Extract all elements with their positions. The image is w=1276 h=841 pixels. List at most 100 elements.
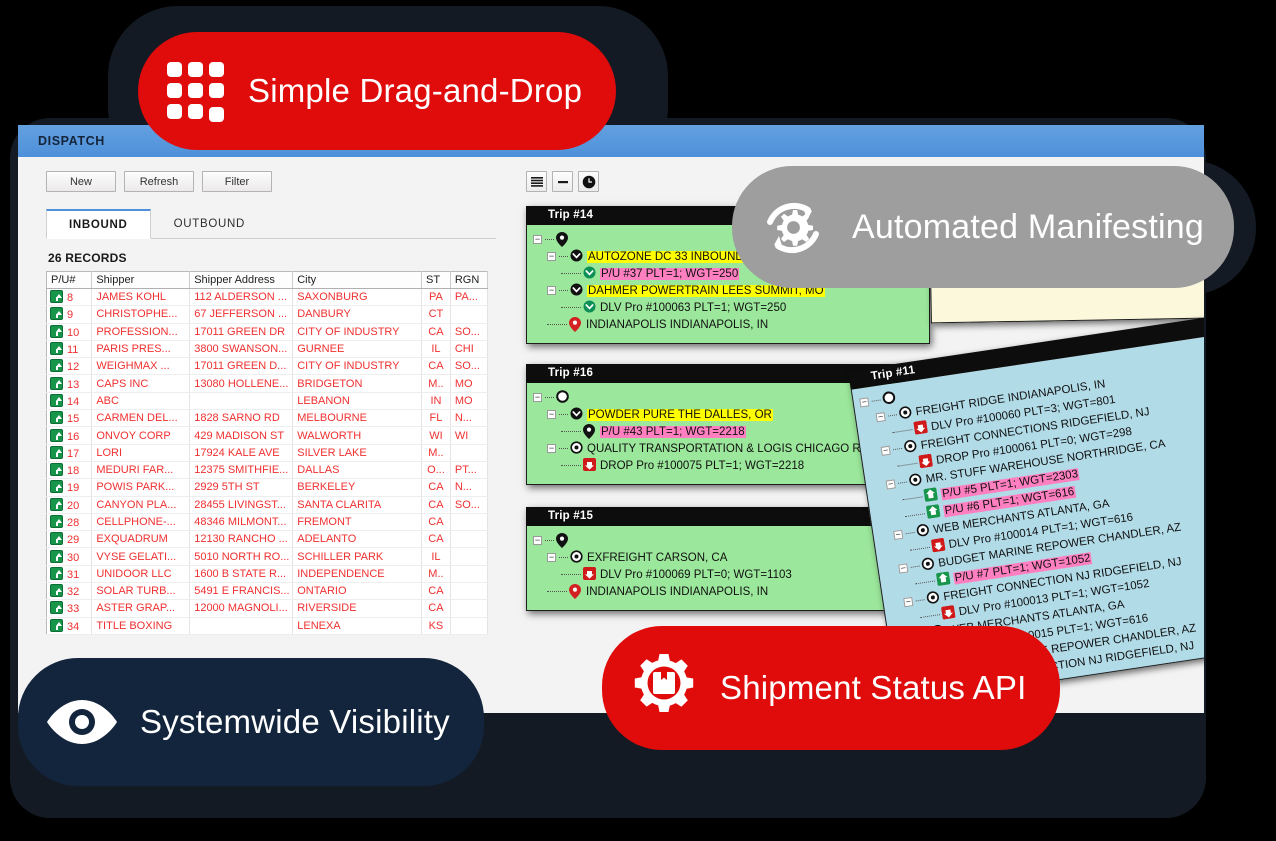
pu-number: 11 xyxy=(67,344,79,357)
col-header-shipper[interactable]: Shipper xyxy=(91,271,191,289)
table-row[interactable]: 32 SOLAR TURB... 5491 E FRANCIS... ONTARIO C… xyxy=(46,582,489,601)
trip-card-15[interactable]: Trip #15 − − EXFREIGHT CARSON, CA DLV Pro … xyxy=(526,507,930,611)
expand-icon[interactable]: − xyxy=(533,235,542,244)
table-row[interactable]: 29 EXQUADRUM 12130 RANCHO ... ADELANTO CA xyxy=(46,530,489,549)
cell-address: 12130 RANCHO ... xyxy=(189,530,294,549)
cell-city: ADELANTO xyxy=(292,530,423,549)
tab-inbound[interactable]: INBOUND xyxy=(46,209,151,239)
expand-icon[interactable]: − xyxy=(903,596,914,608)
expand-icon[interactable]: − xyxy=(893,529,904,540)
table-row[interactable]: 18 MEDURI FAR... 12375 SMITHFIE... DALLAS O.… xyxy=(46,461,489,480)
target-icon xyxy=(903,439,918,456)
expand-icon[interactable]: − xyxy=(547,553,556,562)
trip-tree-node[interactable]: DLV Pro #100063 PLT=1; WGT=250 xyxy=(533,299,923,316)
cell-region xyxy=(450,513,489,532)
expand-icon[interactable]: − xyxy=(885,479,896,490)
tree-connector xyxy=(915,580,936,585)
table-row[interactable]: 15 CARMEN DEL... 1828 SARNO RD MELBOURNE FL N… xyxy=(46,409,489,428)
cell-region: N... xyxy=(450,478,489,497)
cell-city: MELBOURNE xyxy=(292,409,423,428)
pu-number: 29 xyxy=(67,534,80,547)
cell-pu: 19 xyxy=(46,478,93,497)
tree-connector xyxy=(559,414,568,415)
expand-icon[interactable]: − xyxy=(875,411,886,423)
cell-address: 12375 SMITHFIE... xyxy=(189,461,294,480)
trip-16-label: Trip #16 xyxy=(548,367,594,379)
pu-number: 31 xyxy=(67,568,80,581)
table-row[interactable]: 9 CHRISTOPHE... 67 JEFFERSON ... DANBURY CT xyxy=(46,305,489,324)
inbound-outbound-tabs: INBOUND OUTBOUND xyxy=(46,208,496,239)
feature-pill-systemwide-visibility[interactable]: Systemwide Visibility xyxy=(18,658,484,786)
expand-icon[interactable]: − xyxy=(547,252,556,261)
col-header-city[interactable]: City xyxy=(292,271,423,289)
cell-city: RIVERSIDE xyxy=(292,599,423,618)
expand-icon[interactable]: − xyxy=(547,410,556,419)
target-icon xyxy=(898,405,913,422)
table-row[interactable]: 12 WEIGHMAX ... 17011 GREEN D... CITY OF IN… xyxy=(46,357,489,376)
table-row[interactable]: 13 CAPS INC 13080 HOLLENE... BRIDGETON M.. MO xyxy=(46,374,489,393)
cell-shipper: ABC xyxy=(91,392,191,411)
col-header-st[interactable]: ST xyxy=(421,271,451,289)
minus-icon[interactable] xyxy=(552,171,573,192)
feature-pill-shipment-status-api[interactable]: Shipment Status API xyxy=(602,626,1061,750)
table-row[interactable]: 30 VYSE GELATI... 5010 NORTH RO... SCHILLER… xyxy=(46,547,489,566)
col-header-pu[interactable]: P/U# xyxy=(46,271,93,289)
table-body: 8 JAMES KOHL 112 ALDERSON ... SAXONBURG PA PA… xyxy=(46,288,489,635)
table-row[interactable]: 34 TITLE BOXING LENEXA KS xyxy=(46,617,489,635)
list-icon[interactable] xyxy=(526,171,547,192)
tree-connector xyxy=(892,429,913,434)
page-title: DISPATCH xyxy=(38,134,105,148)
col-header-address[interactable]: Shipper Address xyxy=(189,271,294,289)
expand-icon[interactable]: − xyxy=(859,397,870,408)
table-row[interactable]: 33 ASTER GRAP... 12000 MAGNOLI... RIVERSIDE… xyxy=(46,599,489,618)
expand-icon[interactable]: − xyxy=(533,393,542,402)
tree-root-node[interactable]: − xyxy=(533,532,923,549)
table-row[interactable]: 17 LORI 17924 KALE AVE SILVER LAKE M.. xyxy=(46,444,489,462)
trip-tree-node[interactable]: INDIANAPOLIS INDIANAPOLIS, IN xyxy=(533,316,923,333)
table-row[interactable]: 20 CANYON PLA... 28455 LIVINGST... SANTA CL… xyxy=(46,496,489,514)
expand-icon[interactable]: − xyxy=(533,536,542,545)
cell-shipper: SOLAR TURB... xyxy=(91,582,191,601)
cell-state: WI xyxy=(421,426,451,445)
col-header-rgn[interactable]: RGN xyxy=(450,271,489,289)
cell-shipper: ONVOY CORP xyxy=(91,426,191,445)
cell-state: O... xyxy=(421,461,451,480)
table-row[interactable]: 28 CELLPHONE-... 48346 MILMONT... FREMONT CA xyxy=(46,513,489,532)
cell-region xyxy=(450,530,489,549)
table-row[interactable]: 11 PARIS PRES... 3800 SWANSON... GURNEE IL CH… xyxy=(46,340,489,359)
feature-pill-drag-and-drop[interactable]: Simple Drag-and-Drop xyxy=(138,32,617,150)
expand-icon[interactable]: − xyxy=(880,445,891,456)
clock-icon[interactable] xyxy=(578,171,599,192)
feature-pill-automated-manifesting[interactable]: Automated Manifesting xyxy=(732,166,1234,288)
cell-pu: 11 xyxy=(46,340,93,359)
tree-connector xyxy=(910,546,931,551)
cell-shipper: CAPS INC xyxy=(91,374,191,393)
trip-tree-node[interactable]: DLV Pro #100069 PLT=0; WGT=1103 xyxy=(533,566,923,583)
tab-outbound[interactable]: OUTBOUND xyxy=(151,209,268,239)
cell-state: CA xyxy=(421,496,451,514)
expand-icon[interactable]: − xyxy=(547,286,556,295)
table-row[interactable]: 10 PROFESSION... 17011 GREEN DR CITY OF IND… xyxy=(46,323,489,341)
expand-icon[interactable]: − xyxy=(898,563,909,574)
table-row[interactable]: 31 UNIDOOR LLC 1600 B STATE R... INDEPENDEN… xyxy=(46,565,489,584)
cell-address: 48346 MILMONT... xyxy=(189,513,294,532)
red-down-icon xyxy=(918,453,933,471)
trip-tree-node[interactable]: − EXFREIGHT CARSON, CA xyxy=(533,549,923,566)
tree-connector xyxy=(559,290,568,291)
filter-button[interactable]: Filter xyxy=(202,171,272,192)
refresh-button[interactable]: Refresh xyxy=(124,171,194,192)
tree-connector xyxy=(561,431,581,432)
cell-shipper: CHRISTOPHE... xyxy=(91,305,191,324)
inbound-arrow-icon xyxy=(50,290,63,304)
tree-connector xyxy=(545,239,554,240)
cell-pu: 34 xyxy=(46,617,93,635)
new-button[interactable]: New xyxy=(46,171,116,192)
cell-pu: 18 xyxy=(46,461,93,480)
table-row[interactable]: 16 ONVOY CORP 429 MADISON ST WALWORTH WI WI xyxy=(46,426,489,445)
table-row[interactable]: 14 ABC LEBANON IN MO xyxy=(46,392,489,411)
table-row[interactable]: 8 JAMES KOHL 112 ALDERSON ... SAXONBURG PA PA… xyxy=(46,288,489,307)
table-row[interactable]: 19 POWIS PARK... 2929 5TH ST BERKELEY CA N... xyxy=(46,478,489,497)
trip-tree-node[interactable]: INDIANAPOLIS INDIANAPOLIS, IN xyxy=(533,583,923,600)
cell-state: M.. xyxy=(421,444,451,462)
expand-icon[interactable]: − xyxy=(547,444,556,453)
